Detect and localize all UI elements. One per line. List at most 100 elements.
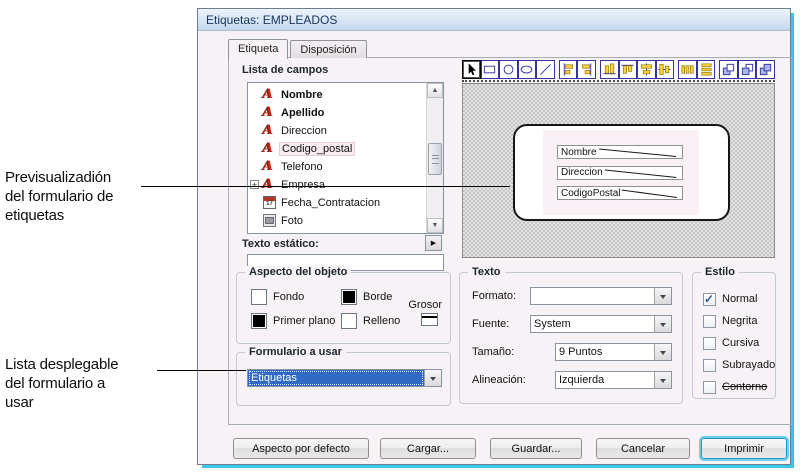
relleno-swatch[interactable] [341, 313, 357, 329]
cancelar-button[interactable]: Cancelar [596, 438, 690, 459]
line-tool-button[interactable] [536, 60, 555, 79]
field-icon: A [263, 106, 277, 119]
cargar-button[interactable]: Cargar... [380, 438, 476, 459]
form-to-use-value: Etiquetas [248, 370, 424, 386]
thickness-label: Grosor [408, 299, 442, 311]
rectangle-tool-button[interactable] [481, 60, 500, 79]
align-center-horizontal-button[interactable] [637, 60, 656, 79]
combo-value: System [531, 316, 654, 332]
preview-field-codigopostal[interactable]: CodigoPostal [557, 186, 683, 200]
align-right-icon [579, 62, 594, 77]
style-option-subrayado[interactable]: Subrayado [703, 357, 775, 373]
tama-o-combobox[interactable]: 9 Puntos [555, 343, 672, 361]
field-item-nombre[interactable]: ANombre [248, 86, 426, 104]
field-item-label: Codigo_postal [279, 142, 355, 156]
field-item-codigo-postal[interactable]: ACodigo_postal [248, 140, 426, 158]
swatch-label: Primer plano [273, 315, 335, 327]
align-center-horizontal-icon [639, 62, 654, 77]
align-bottom-icon [602, 62, 617, 77]
dialog-titlebar[interactable]: Etiquetas: EMPLEADOS [198, 9, 790, 31]
align-center-vertical-button[interactable] [656, 60, 675, 79]
layer-order-button[interactable] [756, 60, 775, 79]
fondo-swatch[interactable] [251, 289, 267, 305]
checkbox-unchecked-icon[interactable] [703, 315, 716, 328]
align-top-button[interactable] [619, 60, 638, 79]
style-option-negrita[interactable]: Negrita [703, 313, 757, 329]
thickness-swatch[interactable] [421, 313, 438, 326]
send-to-back-button[interactable] [738, 60, 757, 79]
circle-tool-button[interactable] [499, 60, 518, 79]
pointer-tool-button[interactable] [462, 60, 481, 79]
label-card[interactable]: Nombre Direccion CodigoPostal [513, 124, 730, 221]
form-to-use-title: Formulario a usar [245, 346, 346, 358]
ellipse-tool-button[interactable] [518, 60, 537, 79]
imprimir-button[interactable]: Imprimir [701, 438, 787, 459]
distribute-vertical-button[interactable] [697, 60, 716, 79]
scroll-down-icon[interactable]: ▼ [427, 218, 443, 233]
guardar-button[interactable]: Guardar... [490, 438, 582, 459]
send-to-back-icon [740, 62, 755, 77]
figure-canvas: Previsualizadióndel formulario deetiquet… [0, 0, 805, 473]
scroll-up-icon[interactable]: ▲ [427, 83, 443, 98]
align-left-button[interactable] [559, 60, 578, 79]
checkbox-unchecked-icon[interactable] [703, 359, 716, 372]
field-item-foto[interactable]: Foto [248, 212, 426, 230]
sample-line [620, 187, 682, 199]
text-row-label: Alineación: [472, 374, 526, 386]
align-bottom-button[interactable] [600, 60, 619, 79]
field-icon: A [263, 142, 277, 155]
static-text-expand-button[interactable]: ▶ [425, 235, 442, 251]
combo-dropdown-icon[interactable] [654, 288, 671, 304]
field-list-label: Lista de campos [242, 64, 328, 76]
field-icon: A [263, 124, 277, 137]
expand-plus-icon[interactable]: + [250, 180, 259, 189]
style-group-title: Estilo [701, 266, 739, 278]
style-option-contorno[interactable]: Contorno [703, 379, 767, 395]
checkbox-label: Negrita [722, 315, 757, 327]
field-item-empresa[interactable]: +AEmpresa [248, 176, 426, 194]
tab-bar: EtiquetaDisposición [228, 39, 369, 58]
field-item-direccion[interactable]: ADireccion [248, 122, 426, 140]
preview-field-direccion[interactable]: Direccion [557, 166, 683, 180]
scrollbar-thumb[interactable] [428, 143, 442, 175]
formato-combobox[interactable] [530, 287, 672, 305]
combo-dropdown-icon[interactable] [654, 316, 671, 332]
field-item-fecha-contratacion[interactable]: 17Fecha_Contratacion [248, 194, 426, 212]
field-list-scrollbar[interactable]: ▲ ▼ [426, 83, 443, 233]
field-list[interactable]: ANombreAApellidoADireccionACodigo_postal… [247, 82, 444, 234]
checkbox-unchecked-icon[interactable] [703, 381, 716, 394]
aspecto-por-defecto-button[interactable]: Aspecto por defecto [233, 438, 369, 459]
borde-swatch[interactable] [341, 289, 357, 305]
distribute-horizontal-icon [680, 62, 695, 77]
object-aspect-title: Aspecto del objeto [245, 266, 351, 278]
text-row-tama-o: Tamaño:9 Puntos [460, 343, 682, 361]
checkbox-checked-icon[interactable] [703, 293, 716, 306]
combo-dropdown-icon[interactable] [654, 344, 671, 360]
form-to-use-combobox[interactable]: Etiquetas [247, 369, 442, 387]
field-item-label: Empresa [281, 179, 325, 191]
style-option-cursiva[interactable]: Cursiva [703, 335, 759, 351]
layer-order-icon [758, 62, 773, 77]
preview-field-nombre[interactable]: Nombre [557, 145, 683, 159]
fuente-combobox[interactable]: System [530, 315, 672, 333]
align-right-button[interactable] [577, 60, 596, 79]
distribute-horizontal-button[interactable] [678, 60, 697, 79]
checkbox-label: Subrayado [722, 359, 775, 371]
callout-line-preview [141, 186, 510, 187]
tab-disposici-n[interactable]: Disposición [290, 40, 366, 58]
label-preview-area[interactable]: Nombre Direccion CodigoPostal [462, 83, 775, 258]
object-aspect-group: Aspecto del objeto Grosor FondoBordePrim… [236, 272, 451, 344]
primer-plano-swatch[interactable] [251, 313, 267, 329]
style-option-normal[interactable]: Normal [703, 291, 757, 307]
field-item-apellido[interactable]: AApellido [248, 104, 426, 122]
combo-dropdown-icon[interactable] [654, 372, 671, 388]
tab-etiqueta[interactable]: Etiqueta [228, 39, 288, 59]
style-group: Estilo NormalNegritaCursivaSubrayadoCont… [692, 272, 776, 399]
text-group-title: Texto [468, 266, 505, 278]
drawing-toolbar [462, 60, 775, 82]
field-item-telefono[interactable]: ATelefono [248, 158, 426, 176]
alineaci-n-combobox[interactable]: Izquierda [555, 371, 672, 389]
checkbox-unchecked-icon[interactable] [703, 337, 716, 350]
bring-to-front-button[interactable] [719, 60, 738, 79]
combo-dropdown-icon[interactable] [424, 370, 441, 386]
